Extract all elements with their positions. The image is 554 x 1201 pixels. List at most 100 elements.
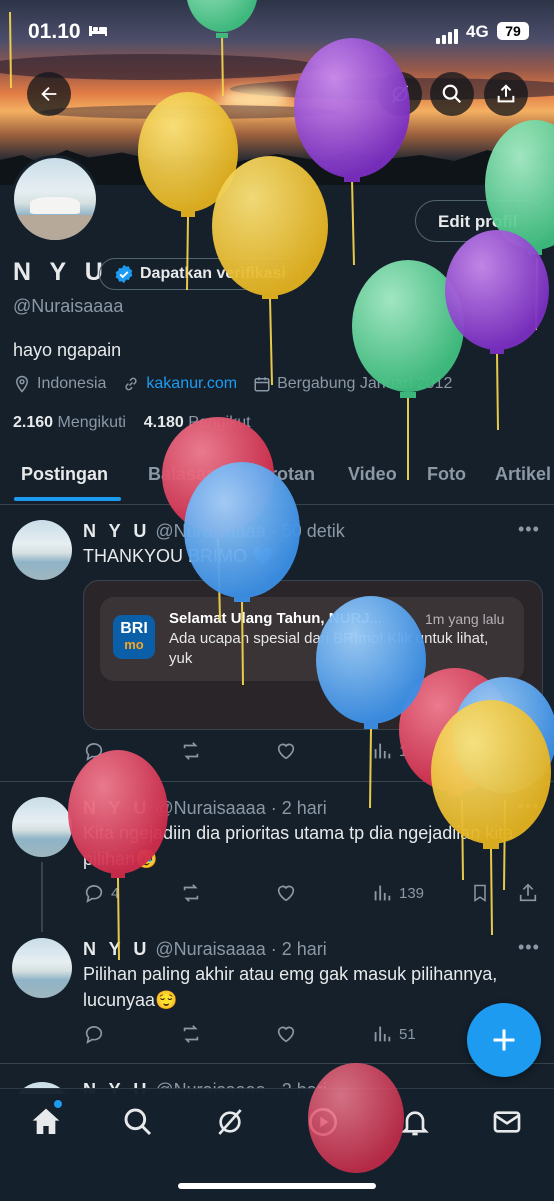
notification-dot [54, 1100, 62, 1108]
calendar-icon [254, 377, 270, 392]
following-count: 2.160 [13, 414, 54, 431]
following-link[interactable]: 2.160 Mengikuti [13, 414, 126, 431]
battery-indicator: 79 [497, 22, 529, 40]
location-icon [15, 375, 29, 393]
website-link[interactable]: kakanur.com [146, 375, 237, 393]
profile-bio: hayo ngapain [13, 340, 122, 360]
like-button[interactable] [275, 740, 297, 762]
grok-icon [391, 85, 409, 103]
get-verified-button[interactable]: Dapatkan verifikasi [99, 258, 301, 290]
reply-button[interactable] [83, 740, 105, 762]
signal-icon [436, 26, 460, 44]
post-handle: @Nuraisaaaa [155, 798, 266, 818]
followers-label: Pengikut [188, 414, 251, 431]
plus-icon [493, 1029, 515, 1051]
repost-icon [183, 1025, 199, 1043]
home-indicator [178, 1183, 376, 1189]
bookmark-button[interactable] [470, 882, 490, 904]
tab-replies[interactable]: Balasan [148, 464, 217, 485]
post-header: N Y U @Nuraisaaaa · 2 hari [83, 798, 327, 819]
post-avatar[interactable] [12, 520, 72, 580]
explore-search-icon[interactable] [122, 1106, 154, 1138]
repost-button[interactable] [179, 1023, 203, 1045]
post-author[interactable]: N Y U [83, 939, 150, 959]
tab-photos[interactable]: Foto [427, 464, 466, 485]
views-button[interactable]: 139 [371, 882, 424, 904]
more-options-icon[interactable]: ••• [518, 796, 540, 817]
search-button[interactable] [430, 72, 474, 116]
views-count: 139 [399, 884, 425, 902]
brimo-logo-icon: BRI mo [113, 615, 155, 659]
views-count: 51 [399, 1025, 416, 1043]
grok-nav-icon[interactable] [214, 1106, 246, 1138]
search-icon [442, 84, 462, 104]
bell-icon[interactable] [399, 1106, 431, 1138]
post-author[interactable]: N Y U [83, 798, 150, 818]
views-count: 1 [399, 742, 408, 760]
like-button[interactable] [275, 1023, 297, 1045]
notification-body: Ada ucapan spesial dari BRImo! Klik untu… [169, 630, 489, 667]
views-icon [374, 1026, 391, 1042]
more-options-icon[interactable]: ••• [518, 519, 540, 540]
share-button[interactable] [484, 72, 528, 116]
reply-icon [85, 743, 103, 761]
grok-button[interactable] [378, 72, 422, 116]
profile-name: N Y U [13, 258, 109, 286]
network-type: 4G [466, 22, 489, 41]
views-button[interactable]: 51 [371, 1023, 416, 1045]
reply-button[interactable]: 4 [83, 882, 119, 904]
reply-count: 4 [111, 884, 120, 902]
notification-time: 1m yang lalu [425, 611, 505, 627]
like-button[interactable] [275, 882, 297, 904]
post-time: · 2 hari [270, 798, 327, 818]
post-actions: 4 139 [83, 882, 543, 906]
active-tab-indicator [14, 497, 121, 501]
repost-button[interactable] [179, 882, 203, 904]
sleep-focus-icon [89, 26, 107, 36]
post-handle: @Nuraisaaaa [155, 939, 266, 959]
share-post-button[interactable] [517, 882, 539, 904]
status-time: 01.10 [28, 20, 81, 43]
back-button[interactable] [27, 72, 71, 116]
joined-date: Bergabung Januari 2012 [277, 375, 453, 392]
more-options-icon[interactable]: ••• [518, 937, 540, 958]
heart-icon [277, 743, 295, 760]
tab-video[interactable]: Video [348, 464, 397, 485]
post-avatar[interactable] [12, 938, 72, 998]
bookmark-icon [474, 884, 486, 902]
post-text: Pilihan paling akhir atau emg gak masuk … [83, 964, 498, 1010]
repost-icon [183, 884, 199, 902]
share-icon [519, 883, 537, 902]
arrow-left-icon [41, 86, 57, 102]
heart-icon [277, 885, 295, 902]
repost-button[interactable] [179, 740, 203, 762]
brimo-logo-text: BRI [120, 620, 148, 637]
heart-icon [277, 1026, 295, 1043]
notification-title: Selamat Ulang Tahun, NURJ... [169, 610, 383, 627]
post-author[interactable]: N Y U [83, 521, 150, 541]
followers-link[interactable]: 4.180 Pengikut [144, 414, 251, 431]
location-text: Indonesia [37, 375, 107, 392]
balloon [352, 260, 464, 480]
post-item[interactable]: N Y U @Nuraisaaaa · 2 hari ••• Kita ngej… [0, 782, 554, 932]
tab-articles[interactable]: Artikel [495, 464, 551, 485]
avatar[interactable] [14, 158, 96, 240]
mail-icon[interactable] [491, 1106, 523, 1138]
balloon [445, 230, 549, 431]
share-icon [497, 84, 515, 103]
post-text: THANKYOU BRIMO 💙 [83, 546, 275, 566]
reply-button[interactable] [83, 1023, 105, 1045]
compose-post-button[interactable] [467, 1003, 541, 1077]
tab-posts[interactable]: Postingan [21, 464, 108, 485]
tab-highlights[interactable]: Sorotan [247, 464, 315, 485]
post-header: N Y U @Nuraisaaaa · 50 detik [83, 521, 345, 542]
brimo-logo-sub: mo [124, 637, 144, 652]
views-button[interactable]: 1 [371, 740, 407, 762]
profile-meta: Indonesia kakanur.com Bergabung Januari … [13, 375, 452, 393]
following-label: Mengikuti [57, 414, 126, 431]
home-icon[interactable] [30, 1106, 62, 1138]
repost-icon [183, 742, 199, 760]
video-play-icon[interactable] [307, 1106, 339, 1138]
post-avatar[interactable] [12, 797, 72, 857]
edit-profile-button[interactable]: Edit profil [415, 200, 547, 242]
